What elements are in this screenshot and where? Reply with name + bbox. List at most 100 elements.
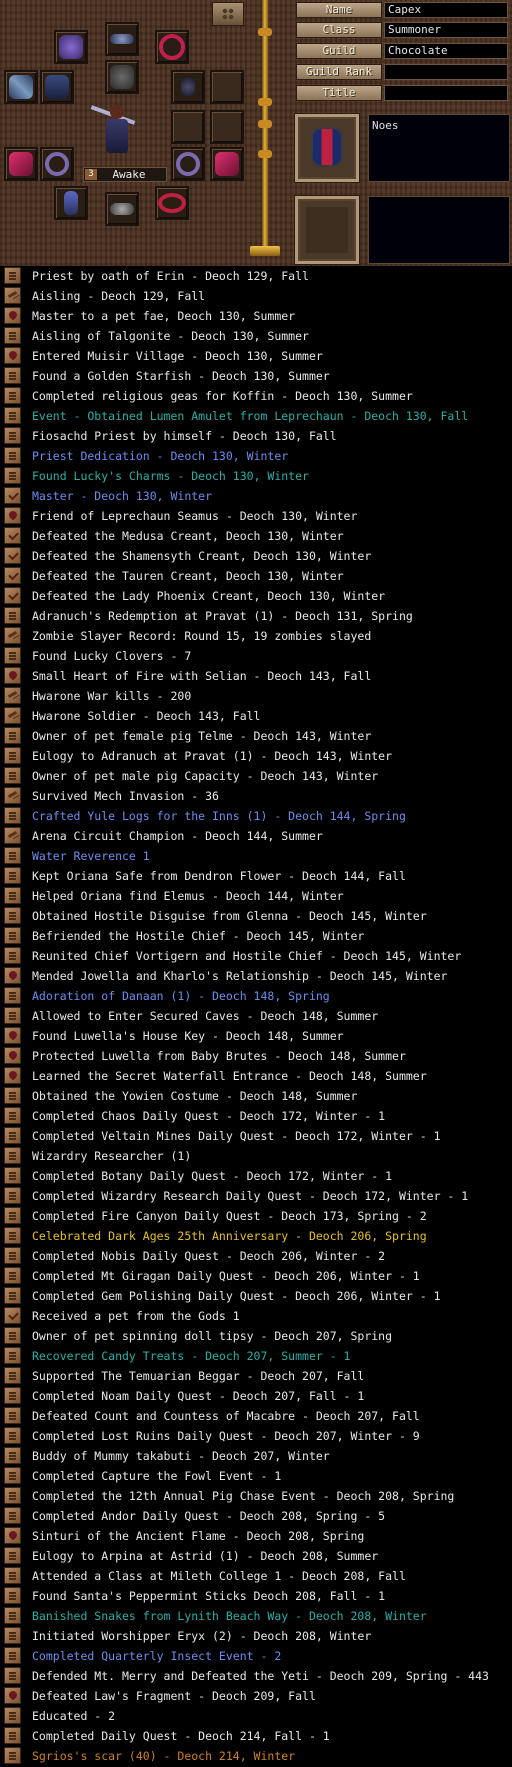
armor-icon [45, 75, 69, 99]
legend-text: Completed Wizardry Research Daily Quest … [32, 1189, 469, 1203]
legend-text: Completed Gem Polishing Daily Quest - De… [32, 1289, 441, 1303]
legend-text: Completed Chaos Daily Quest - Deoch 172,… [32, 1109, 386, 1123]
profile-bottom-box[interactable] [368, 196, 510, 264]
legend-row: Received a pet from the Gods 1 [0, 1306, 512, 1326]
equip-slot-feather[interactable] [105, 22, 139, 56]
scroll-icon [4, 1627, 21, 1644]
heart-icon [4, 307, 21, 324]
equip-slot-helmet[interactable] [105, 60, 139, 94]
scroll-icon [4, 1227, 21, 1244]
gauntlet-icon [9, 152, 33, 176]
legend-row: Completed Lost Ruins Daily Quest - Deoch… [0, 1426, 512, 1446]
legend-row: Wizardry Researcher (1) [0, 1146, 512, 1166]
legend-text: Found Lucky Clovers - 7 [32, 649, 192, 663]
scroll-icon [4, 1127, 21, 1144]
equip-slot-empty-3[interactable] [210, 110, 244, 144]
legend-row: Banished Snakes from Lynith Beach Way - … [0, 1606, 512, 1626]
field-value-guild: Chocolate [384, 43, 508, 59]
legend-row: Buddy of Mummy takabuti - Deoch 207, Win… [0, 1446, 512, 1466]
heart-icon [4, 1047, 21, 1064]
legend-text: Allowed to Enter Secured Caves - Deoch 1… [32, 1009, 379, 1023]
legend-row: Friend of Leprechaun Seamus - Deoch 130,… [0, 506, 512, 526]
legend-row: Fiosachd Priest by himself - Deoch 130, … [0, 426, 512, 446]
equip-slot-ring-right[interactable] [171, 147, 205, 181]
legend-row: Sgrios's scar (40) - Deoch 214, Winter [0, 1746, 512, 1766]
legend-text: Eulogy to Adranuch at Pravat (1) - Deoch… [32, 749, 393, 763]
legend-text: Sinturi of the Ancient Flame - Deoch 208… [32, 1529, 365, 1543]
scroll-icon [4, 987, 21, 1004]
legend-text: Attended a Class at Mileth College 1 - D… [32, 1569, 406, 1583]
legend-text: Completed Nobis Daily Quest - Deoch 206,… [32, 1249, 386, 1263]
legend-text: Defeated Count and Countess of Macabre -… [32, 1409, 420, 1423]
scroll-icon [4, 387, 21, 404]
equip-slot-necklace[interactable] [155, 30, 189, 64]
legend-row: Completed Fire Canyon Daily Quest - Deoc… [0, 1206, 512, 1226]
legend-text: Adoration of Danaan (1) - Deoch 148, Spr… [32, 989, 330, 1003]
equip-slot-empty-1[interactable] [210, 70, 244, 104]
field-label-guild-rank: Guild Rank [296, 64, 382, 80]
scroll-icon [4, 1367, 21, 1384]
legend-row: Owner of pet female pig Telme - Deoch 14… [0, 726, 512, 746]
equip-slot-accessory[interactable] [105, 192, 139, 226]
field-value-title [384, 85, 508, 101]
legend-row: Allowed to Enter Secured Caves - Deoch 1… [0, 1006, 512, 1026]
equip-slot-amulet[interactable] [54, 30, 88, 64]
legend-row: Recovered Candy Treats - Deoch 207, Summ… [0, 1346, 512, 1366]
legend-text: Survived Mech Invasion - 36 [32, 789, 219, 803]
hammer-icon [4, 287, 21, 304]
legend-row: Educated - 2 [0, 1706, 512, 1726]
equip-slot-earring[interactable] [171, 70, 205, 104]
equip-slot-gauntlet-left[interactable] [4, 147, 38, 181]
legend-text: Owner of pet spinning doll tipsy - Deoch… [32, 1329, 393, 1343]
scroll-icon [4, 807, 21, 824]
check-icon [4, 1307, 21, 1324]
legend-row: Hwarone Soldier - Deoch 143, Fall [0, 706, 512, 726]
legend-row: Crafted Yule Logs for the Inns (1) - Deo… [0, 806, 512, 826]
legend-row: Owner of pet male pig Capacity - Deoch 1… [0, 766, 512, 786]
scroll-icon [4, 1387, 21, 1404]
legend-row: Helped Oriana find Elemus - Deoch 144, W… [0, 886, 512, 906]
field-label-class: Class [296, 22, 382, 38]
legend-row: Completed Andor Daily Quest - Deoch 208,… [0, 1506, 512, 1526]
equip-slot-weapon[interactable] [4, 70, 38, 104]
legend-row: Defended Mt. Merry and Defeated the Yeti… [0, 1666, 512, 1686]
profile-text-box[interactable]: Noes [368, 114, 510, 182]
check-icon [4, 547, 21, 564]
legend-row: Survived Mech Invasion - 36 [0, 786, 512, 806]
scroll-icon [4, 607, 21, 624]
legend-row: Defeated the Medusa Creant, Deoch 130, W… [0, 526, 512, 546]
legend-text: Entered Muisir Village - Deoch 130, Summ… [32, 349, 323, 363]
scroll-icon [4, 1287, 21, 1304]
legend-row: Water Reverence 1 [0, 846, 512, 866]
equip-slot-gauntlet-right[interactable] [210, 147, 244, 181]
menu-button[interactable] [212, 2, 244, 26]
legend-text: Obtained the Yowien Costume - Deoch 148,… [32, 1089, 358, 1103]
equip-slot-ring-left[interactable] [40, 147, 74, 181]
legend-row: Found Luwella's House Key - Deoch 148, S… [0, 1026, 512, 1046]
legend-text: Found Luwella's House Key - Deoch 148, S… [32, 1029, 344, 1043]
legend-row: Completed Daily Quest - Deoch 214, Fall … [0, 1726, 512, 1746]
scroll-icon [4, 1147, 21, 1164]
legend-row: Event - Obtained Lumen Amulet from Lepre… [0, 406, 512, 426]
equip-slot-empty-2[interactable] [171, 110, 205, 144]
scroll-icon [4, 1667, 21, 1684]
legend-text: Initiated Worshipper Eryx (2) - Deoch 20… [32, 1629, 372, 1643]
scroll-icon [4, 1647, 21, 1664]
scroll-icon [4, 1167, 21, 1184]
legend-row: Completed the 12th Annual Pig Chase Even… [0, 1486, 512, 1506]
scroll-icon [4, 907, 21, 924]
scroll-icon [4, 1447, 21, 1464]
hammer-icon [4, 687, 21, 704]
legend-text: Defeated the Lady Phoenix Creant, Deoch … [32, 589, 386, 603]
equip-slot-belt[interactable] [155, 186, 189, 220]
helmet-icon [110, 65, 134, 89]
legend-text: Arena Circuit Champion - Deoch 144, Summ… [32, 829, 323, 843]
field-label-guild: Guild [296, 43, 382, 59]
status-number: 3 [85, 169, 97, 180]
equip-slot-armor[interactable] [40, 70, 74, 104]
legend-text: Completed Botany Daily Quest - Deoch 172… [32, 1169, 393, 1183]
heart-icon [4, 967, 21, 984]
legend-text: Hwarone Soldier - Deoch 143, Fall [32, 709, 261, 723]
legend-text: Priest Dedication - Deoch 130, Winter [32, 449, 289, 463]
equip-slot-boots[interactable] [54, 186, 88, 220]
